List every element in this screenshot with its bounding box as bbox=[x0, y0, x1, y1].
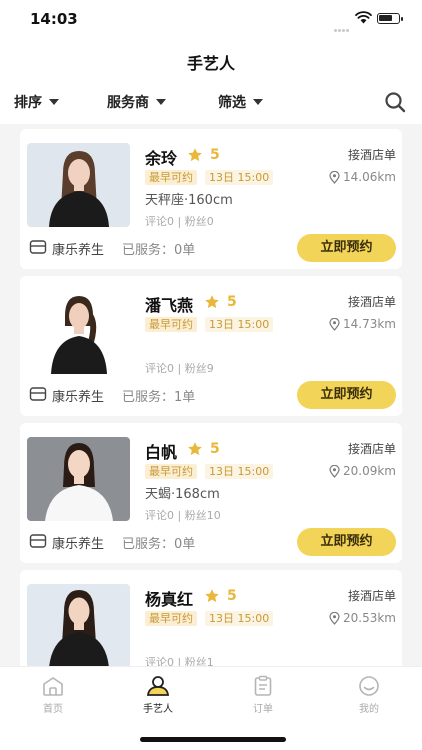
tab-mine-label: 我的 bbox=[359, 704, 379, 715]
sort-label: 排序 bbox=[14, 95, 42, 111]
artisan-icon bbox=[146, 676, 170, 696]
tab-home-label: 首页 bbox=[43, 704, 63, 715]
artisan-name: 余玲 bbox=[145, 149, 178, 168]
star-icon bbox=[205, 589, 219, 603]
earliest-time: 13日 15:00 bbox=[205, 464, 274, 479]
artisan-card[interactable]: 潘飞燕 5 最早可约 13日 15:00 评论0 | 粉丝9 接酒店单 14.7… bbox=[20, 276, 402, 416]
location-pin-icon bbox=[329, 170, 340, 184]
earliest-time: 13日 15:00 bbox=[205, 170, 274, 185]
artisan-name: 潘飞燕 bbox=[145, 296, 194, 315]
filter-dropdown[interactable]: 筛选 bbox=[218, 92, 263, 112]
tab-mine[interactable]: 我的 bbox=[339, 675, 399, 715]
artisan-stats: 评论0 | 粉丝1 bbox=[145, 656, 214, 666]
artisan-list: 余玲 5 最早可约 13日 15:00 天秤座·160cm 评论0 | 粉丝0 … bbox=[0, 124, 422, 666]
served-count: 已服务：1单 bbox=[122, 390, 196, 405]
provider-label: 服务商 bbox=[107, 95, 149, 111]
location-pin-icon bbox=[329, 611, 340, 625]
status-time: 14:03 bbox=[30, 10, 78, 28]
status-bar: 14:03 bbox=[0, 0, 422, 40]
distance: 14.73km bbox=[329, 317, 396, 331]
battery-icon bbox=[377, 13, 403, 24]
accept-hotel-label: 接酒店单 bbox=[347, 442, 396, 456]
accept-hotel-label: 接酒店单 bbox=[347, 295, 396, 309]
earliest-time: 13日 15:00 bbox=[205, 317, 274, 332]
order-icon bbox=[254, 675, 272, 696]
home-icon bbox=[43, 677, 63, 696]
search-icon[interactable] bbox=[384, 91, 406, 113]
wifi-icon bbox=[355, 11, 372, 24]
nav-bar: 手艺人 bbox=[0, 40, 422, 80]
artisan-stats: 评论0 | 粉丝0 bbox=[145, 215, 214, 228]
star-icon bbox=[205, 295, 219, 309]
tab-home[interactable]: 首页 bbox=[23, 675, 83, 715]
filter-label: 筛选 bbox=[218, 95, 246, 111]
shop-icon bbox=[29, 240, 47, 254]
rating-value: 5 bbox=[210, 147, 220, 163]
book-now-button[interactable]: 立即预约 bbox=[297, 528, 396, 556]
artisan-card[interactable]: 白帆 5 最早可约 13日 15:00 天蝎·168cm 评论0 | 粉丝10 … bbox=[20, 423, 402, 563]
rating-value: 5 bbox=[227, 294, 237, 310]
artisan-photo bbox=[27, 290, 130, 374]
artisan-stats: 评论0 | 粉丝9 bbox=[145, 362, 214, 375]
accept-hotel-label: 接酒店单 bbox=[347, 148, 396, 162]
artisan-stats: 评论0 | 粉丝10 bbox=[145, 509, 221, 522]
served-count: 已服务：0单 bbox=[122, 243, 196, 258]
served-count: 已服务：0单 bbox=[122, 537, 196, 552]
shop-name: 康乐养生 bbox=[52, 243, 105, 258]
earliest-tag: 最早可约 bbox=[145, 464, 197, 479]
artisan-name: 白帆 bbox=[145, 443, 178, 462]
shop-icon bbox=[29, 387, 47, 401]
earliest-time: 13日 15:00 bbox=[205, 611, 274, 626]
provider-dropdown[interactable]: 服务商 bbox=[107, 92, 166, 112]
filter-bar: 排序 服务商 筛选 bbox=[0, 80, 422, 124]
smile-icon bbox=[359, 676, 379, 696]
distance-value: 20.53km bbox=[343, 611, 396, 625]
earliest-tag: 最早可约 bbox=[145, 611, 197, 626]
artisan-photo bbox=[27, 437, 130, 521]
tab-artisans-label: 手艺人 bbox=[143, 704, 173, 715]
artisan-photo bbox=[27, 143, 130, 227]
artisan-desc: 天蝎·168cm bbox=[145, 487, 220, 502]
tab-artisans[interactable]: 手艺人 bbox=[128, 675, 188, 715]
caret-down-icon bbox=[156, 99, 166, 105]
artisan-card[interactable]: 余玲 5 最早可约 13日 15:00 天秤座·160cm 评论0 | 粉丝0 … bbox=[20, 129, 402, 269]
accept-hotel-label: 接酒店单 bbox=[347, 589, 396, 603]
artisan-card[interactable]: 杨真红 5 最早可约 13日 15:00 评论0 | 粉丝1 接酒店单 20.5… bbox=[20, 570, 402, 666]
distance-value: 20.09km bbox=[343, 464, 396, 478]
page-title: 手艺人 bbox=[186, 54, 235, 73]
home-indicator bbox=[140, 737, 286, 742]
earliest-tag: 最早可约 bbox=[145, 317, 197, 332]
artisan-name: 杨真红 bbox=[145, 590, 194, 609]
location-pin-icon bbox=[329, 464, 340, 478]
rating-value: 5 bbox=[227, 588, 237, 604]
distance: 20.09km bbox=[329, 464, 396, 478]
shop-name: 康乐养生 bbox=[52, 537, 105, 552]
star-icon bbox=[188, 442, 202, 456]
book-now-button[interactable]: 立即预约 bbox=[297, 381, 396, 409]
location-pin-icon bbox=[329, 317, 340, 331]
rating-value: 5 bbox=[210, 441, 220, 457]
star-icon bbox=[188, 148, 202, 162]
distance-value: 14.06km bbox=[343, 170, 396, 184]
distance-value: 14.73km bbox=[343, 317, 396, 331]
distance: 20.53km bbox=[329, 611, 396, 625]
shop-icon bbox=[29, 534, 47, 548]
book-now-button[interactable]: 立即预约 bbox=[297, 234, 396, 262]
earliest-tag: 最早可约 bbox=[145, 170, 197, 185]
tab-orders[interactable]: 订单 bbox=[233, 675, 293, 715]
signal-icon bbox=[334, 17, 352, 32]
tab-orders-label: 订单 bbox=[253, 704, 273, 715]
distance: 14.06km bbox=[329, 170, 396, 184]
shop-name: 康乐养生 bbox=[52, 390, 105, 405]
sort-dropdown[interactable]: 排序 bbox=[14, 92, 59, 112]
caret-down-icon bbox=[253, 99, 263, 105]
caret-down-icon bbox=[49, 99, 59, 105]
artisan-photo bbox=[27, 584, 130, 666]
artisan-desc: 天秤座·160cm bbox=[145, 193, 233, 208]
